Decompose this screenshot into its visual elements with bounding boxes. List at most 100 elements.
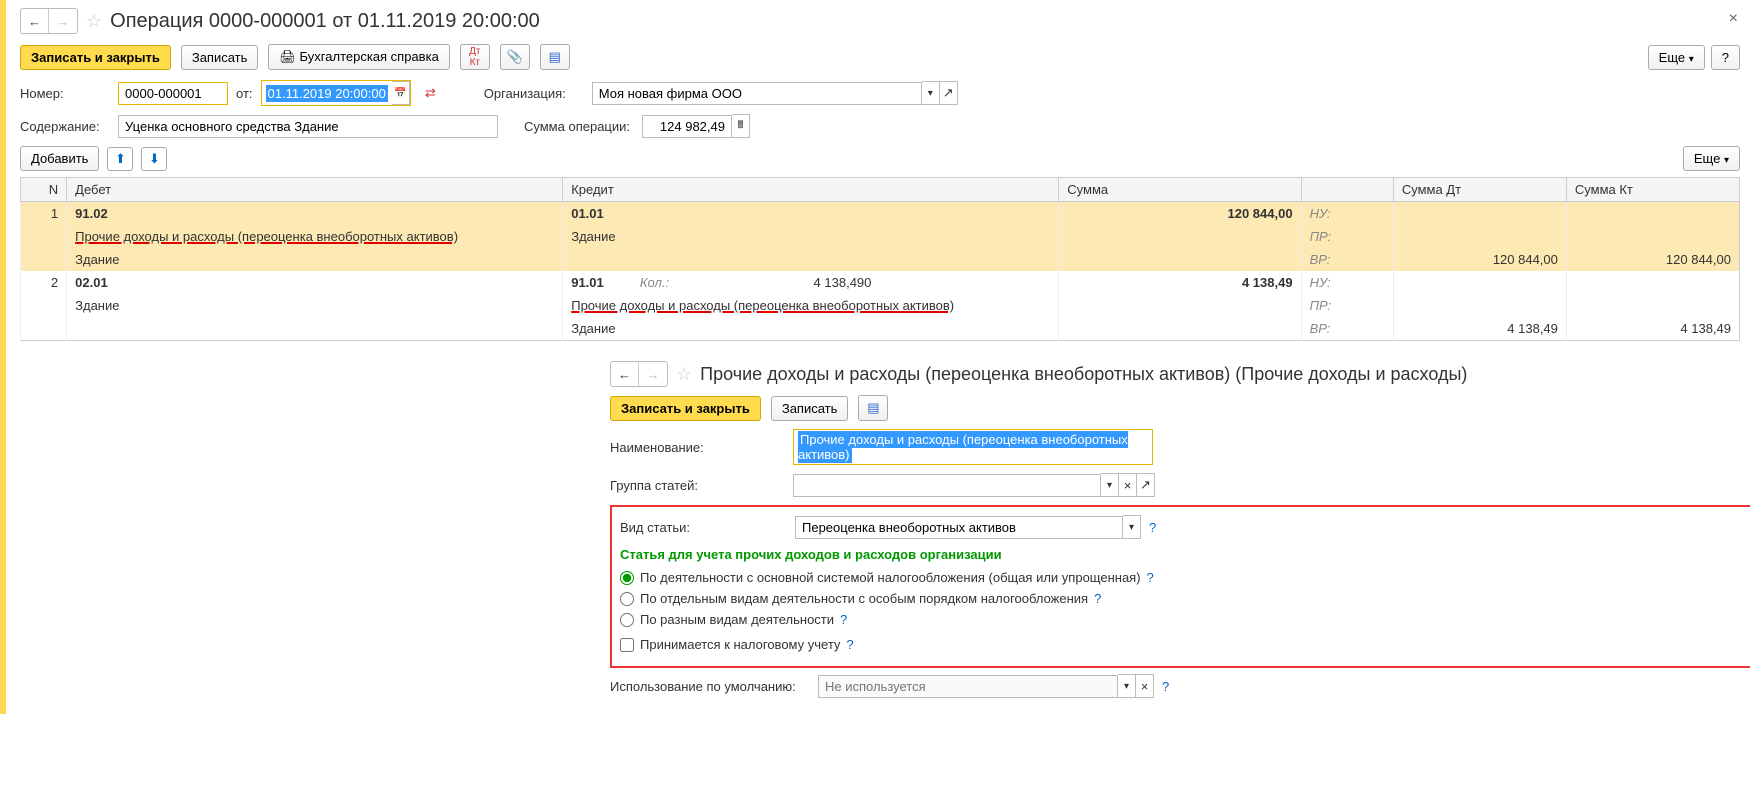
- move-down-button[interactable]: ⬇: [141, 147, 167, 171]
- highlighted-section: Вид статьи: ▾ ? Статья для учета прочих …: [610, 505, 1750, 668]
- star-icon[interactable]: ☆: [86, 11, 102, 32]
- table-row[interactable]: Здание ВР: 4 138,49 4 138,49: [21, 317, 1740, 341]
- name-value: Прочие доходы и расходы (переоценка внео…: [798, 431, 1128, 463]
- debit-detail: Прочие доходы и расходы (переоценка внео…: [75, 229, 458, 244]
- radio-special-tax-label: По отдельным видам деятельности с особым…: [640, 591, 1088, 606]
- use-label: Использование по умолчанию:: [610, 679, 810, 694]
- sub-list-button[interactable]: ▤: [858, 395, 888, 421]
- sub-save-button[interactable]: Записать: [771, 396, 849, 421]
- help-icon[interactable]: ?: [1094, 591, 1101, 606]
- sub-back-button[interactable]: ←: [611, 362, 639, 386]
- close-icon[interactable]: ×: [1729, 10, 1738, 28]
- number-input[interactable]: [118, 82, 228, 105]
- table-row[interactable]: Прочие доходы и расходы (переоценка внео…: [21, 225, 1740, 248]
- move-up-button[interactable]: ⬆: [107, 147, 133, 171]
- number-label: Номер:: [20, 86, 110, 101]
- help-icon[interactable]: ?: [1147, 570, 1154, 585]
- sum-input[interactable]: [642, 115, 732, 138]
- calendar-icon: 📅: [394, 88, 406, 99]
- use-input[interactable]: [818, 675, 1118, 698]
- radio-special-tax[interactable]: [620, 592, 634, 606]
- tax-accept-checkbox[interactable]: [620, 638, 634, 652]
- list-button[interactable]: ▤: [540, 44, 570, 70]
- org-input[interactable]: [592, 82, 922, 105]
- from-label: от:: [236, 86, 253, 101]
- debit-acc: 91.02: [75, 206, 108, 221]
- qty-label: Кол.:: [640, 275, 669, 290]
- group-clear-button[interactable]: ×: [1119, 473, 1137, 497]
- help-button[interactable]: ?: [1711, 45, 1740, 70]
- credit-acc: 01.01: [571, 206, 604, 221]
- date-value: 01.11.2019 20:00:00: [266, 85, 388, 102]
- col-sum: Сумма: [1059, 178, 1301, 202]
- group-open-button[interactable]: ↗: [1137, 473, 1155, 497]
- table-more-label: Еще: [1694, 151, 1720, 166]
- use-dropdown[interactable]: ▾: [1118, 674, 1136, 698]
- add-button[interactable]: Добавить: [20, 146, 99, 171]
- pr-label: ПР:: [1301, 225, 1393, 248]
- kind-dropdown[interactable]: ▾: [1123, 515, 1141, 539]
- radio-various[interactable]: [620, 613, 634, 627]
- paperclip-icon: 📎: [507, 49, 523, 65]
- sub-save-close-button[interactable]: Записать и закрыть: [610, 396, 761, 421]
- help-icon[interactable]: ?: [840, 612, 847, 627]
- group-dropdown[interactable]: ▾: [1101, 473, 1119, 497]
- org-dropdown[interactable]: ▾: [922, 81, 940, 105]
- table-row[interactable]: Здание ВР: 120 844,00 120 844,00: [21, 248, 1740, 271]
- credit-detail: Прочие доходы и расходы (переоценка внео…: [571, 298, 954, 313]
- table-row[interactable]: 2 02.01 91.01 Кол.: 4 138,490 4 138,49 Н…: [21, 271, 1740, 294]
- dt-vr: 4 138,49: [1393, 317, 1566, 341]
- date-input[interactable]: 01.11.2019 20:00:00: [262, 84, 392, 103]
- print-ref-label: Бухгалтерская справка: [300, 49, 439, 64]
- name-input[interactable]: Прочие доходы и расходы (переоценка внео…: [793, 429, 1153, 465]
- kt-vr: 120 844,00: [1566, 248, 1739, 271]
- nav-group: ← →: [20, 8, 78, 34]
- col-n: N: [21, 178, 67, 202]
- org-label: Организация:: [484, 86, 584, 101]
- print-ref-button[interactable]: 🖨 Бухгалтерская справка: [268, 44, 449, 70]
- col-credit: Кредит: [563, 178, 1059, 202]
- col-sum-dt: Сумма Дт: [1393, 178, 1566, 202]
- desc-input[interactable]: [118, 115, 498, 138]
- radio-main-tax[interactable]: [620, 571, 634, 585]
- back-button[interactable]: ←: [21, 9, 49, 33]
- nu-label: НУ:: [1301, 271, 1393, 294]
- table-row[interactable]: 1 91.02 01.01 120 844,00 НУ:: [21, 202, 1740, 226]
- save-close-button[interactable]: Записать и закрыть: [20, 45, 171, 70]
- table-more-button[interactable]: Еще ▾: [1683, 146, 1740, 171]
- table-row[interactable]: Здание Прочие доходы и расходы (переоцен…: [21, 294, 1740, 317]
- page-title: Операция 0000-000001 от 01.11.2019 20:00…: [110, 10, 540, 33]
- forward-button[interactable]: →: [49, 9, 77, 33]
- dt-kt-button[interactable]: ДтКт: [460, 44, 490, 70]
- row-sum: 120 844,00: [1227, 206, 1292, 221]
- sub-forward-button[interactable]: →: [639, 362, 667, 386]
- desc-label: Содержание:: [20, 119, 110, 134]
- chevron-down-icon: ▾: [1724, 155, 1729, 166]
- calc-button[interactable]: 🖩: [732, 114, 750, 138]
- col-debit: Дебет: [67, 178, 563, 202]
- help-icon[interactable]: ?: [1162, 679, 1169, 694]
- radio-various-label: По разным видам деятельности: [640, 612, 834, 627]
- calculator-icon: 🖩: [738, 118, 744, 135]
- help-icon[interactable]: ?: [846, 637, 853, 652]
- debit-detail: Здание: [67, 294, 563, 317]
- org-open-button[interactable]: ↗: [940, 81, 958, 105]
- help-icon[interactable]: ?: [1149, 520, 1156, 535]
- save-button[interactable]: Записать: [181, 45, 259, 70]
- sub-star-icon[interactable]: ☆: [676, 364, 692, 385]
- attach-button[interactable]: 📎: [500, 44, 530, 70]
- date-picker-button[interactable]: 📅: [392, 81, 410, 105]
- sum-label: Сумма операции:: [524, 119, 634, 134]
- kind-input[interactable]: [795, 516, 1123, 539]
- more-button[interactable]: Еще ▾: [1648, 45, 1705, 70]
- section-heading: Статья для учета прочих доходов и расход…: [620, 547, 1750, 562]
- tax-accept-label: Принимается к налоговому учету: [640, 637, 840, 652]
- qty-val: 4 138,490: [814, 275, 872, 290]
- dt-vr: 120 844,00: [1393, 248, 1566, 271]
- group-input[interactable]: [793, 474, 1101, 497]
- use-clear-button[interactable]: ×: [1136, 674, 1154, 698]
- debit-detail2: Здание: [67, 248, 563, 271]
- list-icon: ▤: [867, 400, 879, 416]
- link-icon[interactable]: ⇄: [425, 85, 436, 101]
- radio-main-tax-label: По деятельности с основной системой нало…: [640, 570, 1141, 585]
